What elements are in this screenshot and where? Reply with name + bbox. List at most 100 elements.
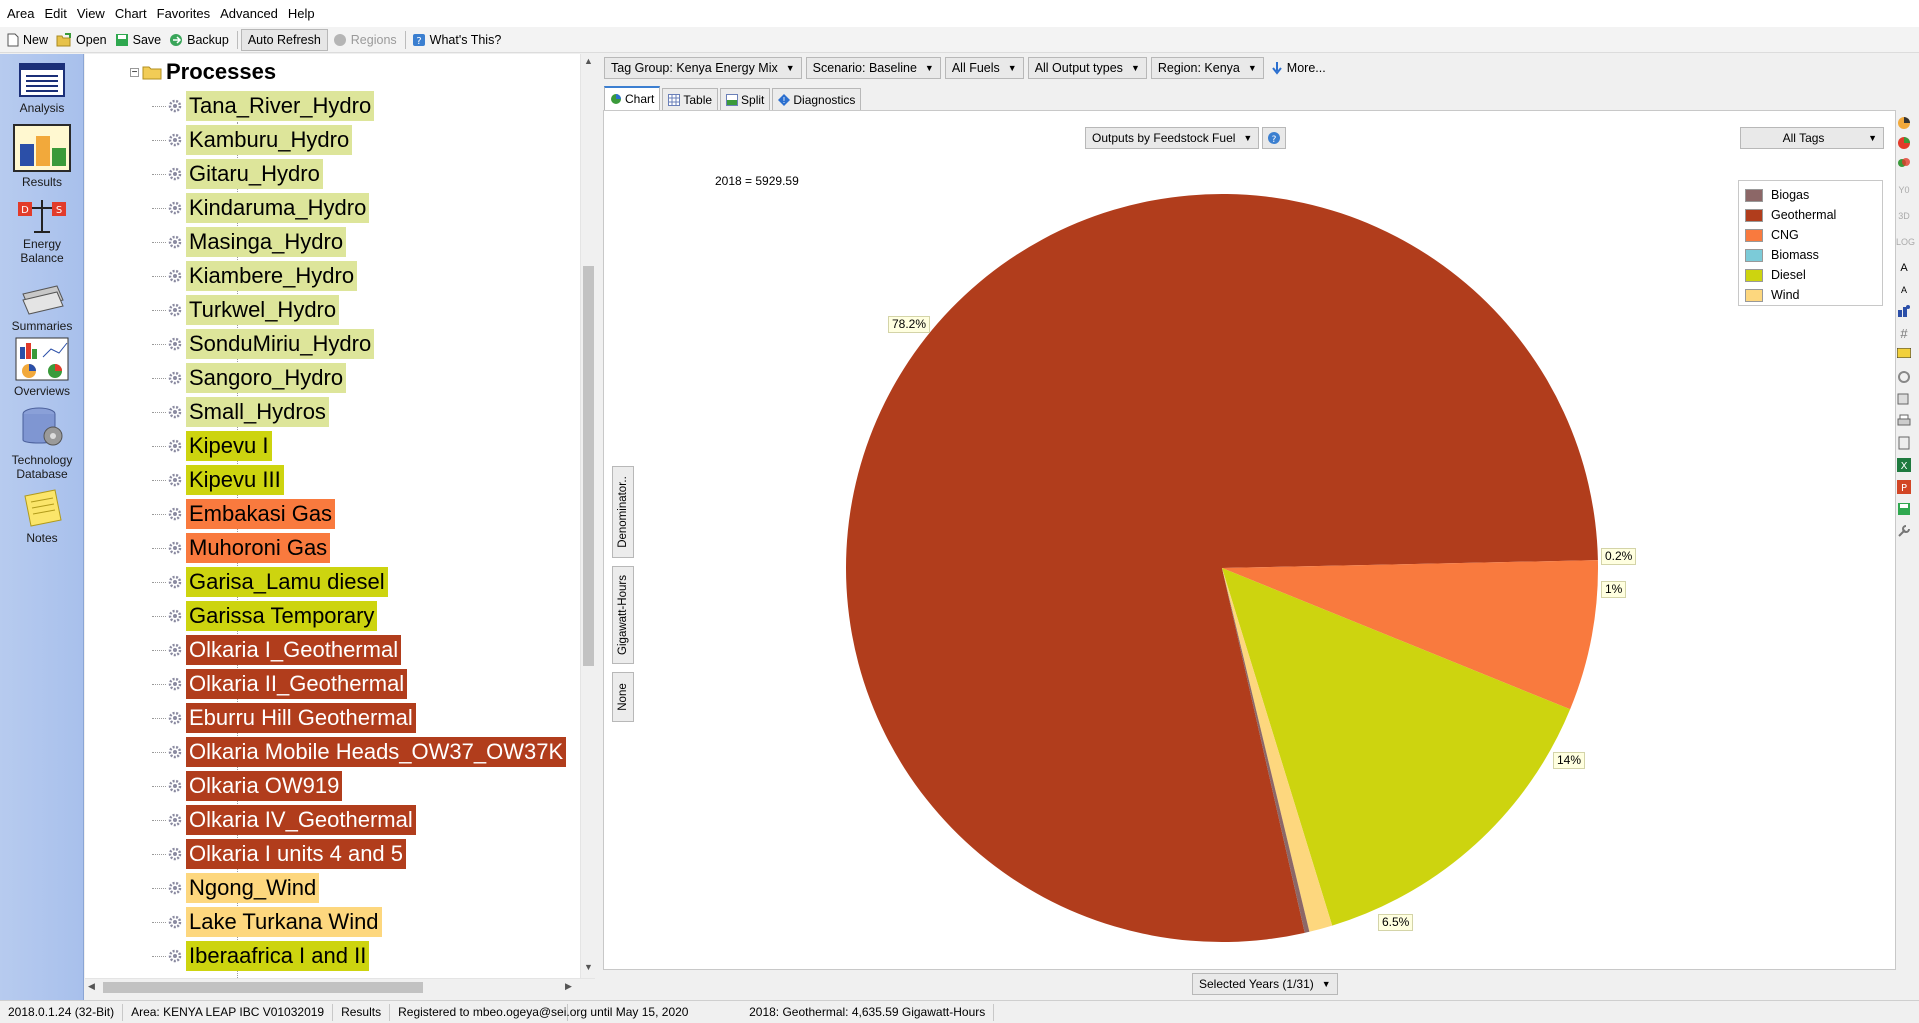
export-powerpoint-icon[interactable]: P [1896,480,1912,496]
menu-edit[interactable]: Edit [39,0,71,27]
chart-help-button[interactable]: ? [1262,127,1286,149]
tree-item[interactable]: Small_Hydros [152,395,329,429]
chart-link-icon[interactable] [1896,370,1912,386]
chart-type-pie-icon[interactable] [1896,116,1912,132]
tree-item[interactable]: Kiambere_Hydro [152,259,358,293]
font-smaller-icon[interactable]: A [1896,282,1912,298]
tree-item[interactable]: Iberaafrica I and II [152,939,370,973]
font-larger-icon[interactable]: A [1896,260,1912,276]
tree-horizontal-scroll-thumb[interactable] [103,982,423,993]
number-format-icon[interactable] [1896,347,1912,364]
tree-item[interactable]: Lake Turkana Wind [152,905,382,939]
tree-item[interactable]: Ngong_Wind [152,871,320,905]
y0-axis-icon[interactable]: Y0 [1896,182,1912,198]
menu-help[interactable]: Help [283,0,320,27]
process-gear-icon [168,813,182,827]
legend-entry[interactable]: Geothermal [1745,205,1876,225]
nav-energy-balance[interactable]: DS Energy Balance [0,198,84,265]
log-scale-icon[interactable]: LOG [1896,234,1915,250]
tree-item[interactable]: Turkwel_Hydro [152,293,340,327]
tree-item[interactable]: Kipevu III [152,463,284,497]
scroll-up-arrow[interactable]: ▲ [584,56,593,66]
tab-diagnostics[interactable]: ! Diagnostics [772,88,862,110]
selected-years-dropdown[interactable]: Selected Years (1/31) ▼ [1192,973,1338,995]
more-button[interactable]: More... [1268,57,1329,79]
wrench-settings-icon[interactable] [1896,524,1912,540]
output-types-dropdown[interactable]: All Output types ▼ [1027,56,1147,79]
chart-palette-icon[interactable] [1896,136,1912,152]
menu-chart[interactable]: Chart [110,0,152,27]
none-tab[interactable]: None [612,672,634,722]
tree-item[interactable]: Kamburu_Hydro [152,123,353,157]
region-dropdown[interactable]: Region: Kenya ▼ [1150,56,1264,79]
scroll-left-arrow[interactable]: ◀ [88,981,95,992]
tree-item[interactable]: Sangoro_Hydro [152,361,347,395]
tree-collapse-icon[interactable]: − [130,67,139,77]
menu-area[interactable]: Area [2,0,39,27]
legend-entry[interactable]: CNG [1745,225,1876,245]
tree-item[interactable]: Tana_River_Hydro [152,89,375,123]
tree-item[interactable]: Olkaria IV_Geothermal [152,803,416,837]
open-button[interactable]: Open [53,29,110,51]
legend-entry[interactable]: Biogas [1745,185,1876,205]
grid-toggle-icon[interactable]: # [1896,326,1912,342]
menu-advanced[interactable]: Advanced [215,0,283,27]
denominator-tab[interactable]: Denominator.. [612,466,634,558]
units-tab[interactable]: Gigawatt-Hours [612,566,634,664]
tree-item[interactable]: Embakasi Gas [152,497,336,531]
tag-group-dropdown[interactable]: Tag Group: Kenya Energy Mix ▼ [604,56,802,79]
clipboard-icon[interactable] [1896,436,1912,452]
scroll-down-arrow[interactable]: ▼ [584,962,593,972]
nav-notes[interactable]: Notes [0,488,84,545]
tree-node-processes[interactable]: − Processes [130,57,276,87]
all-tags-dropdown[interactable]: All Tags ▼ [1740,127,1884,149]
export-excel-icon[interactable]: X [1896,458,1912,474]
tree-item[interactable]: Kipevu I [152,429,272,463]
tree-item[interactable]: Olkaria I units 4 and 5 [152,837,407,871]
save-button[interactable]: Save [112,29,165,51]
tree-item[interactable]: Garisa_Lamu diesel [152,565,388,599]
tree-vertical-scroll-thumb[interactable] [583,266,594,666]
legend-entry[interactable]: Biomass [1745,245,1876,265]
scroll-right-arrow[interactable]: ▶ [565,981,572,992]
chart-color-scheme-icon[interactable] [1896,156,1912,172]
tab-split[interactable]: Split [720,88,771,110]
tree-item[interactable]: Masinga_Hydro [152,225,347,259]
whats-this-button[interactable]: ? What's This? [409,29,505,51]
chart-options-icon[interactable] [1896,304,1912,320]
tree-item[interactable]: Muhoroni Gas [152,531,331,565]
tree-horizontal-scrollbar[interactable]: ◀ ▶ [85,978,595,995]
tree-item[interactable]: Olkaria OW919 [152,769,343,803]
new-button[interactable]: New [4,29,51,51]
print-icon[interactable] [1896,414,1912,430]
tree-item[interactable]: Olkaria I_Geothermal [152,633,402,667]
tree-item[interactable]: Garissa Temporary [152,599,378,633]
auto-refresh-toggle[interactable]: Auto Refresh [240,28,328,51]
fuels-dropdown[interactable]: All Fuels ▼ [944,56,1024,79]
tab-chart[interactable]: Chart [604,86,661,110]
legend-entry[interactable]: Wind [1745,285,1876,305]
regions-button[interactable]: Regions [330,29,400,51]
tree-item[interactable]: SonduMiriu_Hydro [152,327,375,361]
menu-favorites[interactable]: Favorites [152,0,215,27]
backup-button[interactable]: Backup [166,29,232,51]
tree-item[interactable]: Kindaruma_Hydro [152,191,370,225]
feedstock-dropdown[interactable]: Outputs by Feedstock Fuel ▼ [1085,127,1260,149]
nav-summaries[interactable]: Summaries [0,280,84,333]
3d-toggle-icon[interactable]: 3D [1896,208,1912,224]
tab-table[interactable]: Table [662,88,719,110]
nav-results[interactable]: Results [0,124,84,189]
tree-vertical-scrollbar[interactable]: ▲ ▼ [580,54,595,978]
tree-item[interactable]: Eburru Hill Geothermal [152,701,416,735]
tree-item[interactable]: Olkaria II_Geothermal [152,667,408,701]
nav-analysis[interactable]: Analysis [0,62,84,115]
legend-entry[interactable]: Diesel [1745,265,1876,285]
tree-item[interactable]: Olkaria Mobile Heads_OW37_OW37K [152,735,567,769]
scenario-dropdown[interactable]: Scenario: Baseline ▼ [805,56,941,79]
copy-chart-icon[interactable] [1896,392,1912,408]
nav-technology-database[interactable]: Technology Database [0,406,84,481]
menu-view[interactable]: View [72,0,110,27]
tree-item[interactable]: Gitaru_Hydro [152,157,323,191]
save-chart-icon[interactable] [1896,502,1912,518]
nav-overviews[interactable]: Overviews [0,337,84,398]
